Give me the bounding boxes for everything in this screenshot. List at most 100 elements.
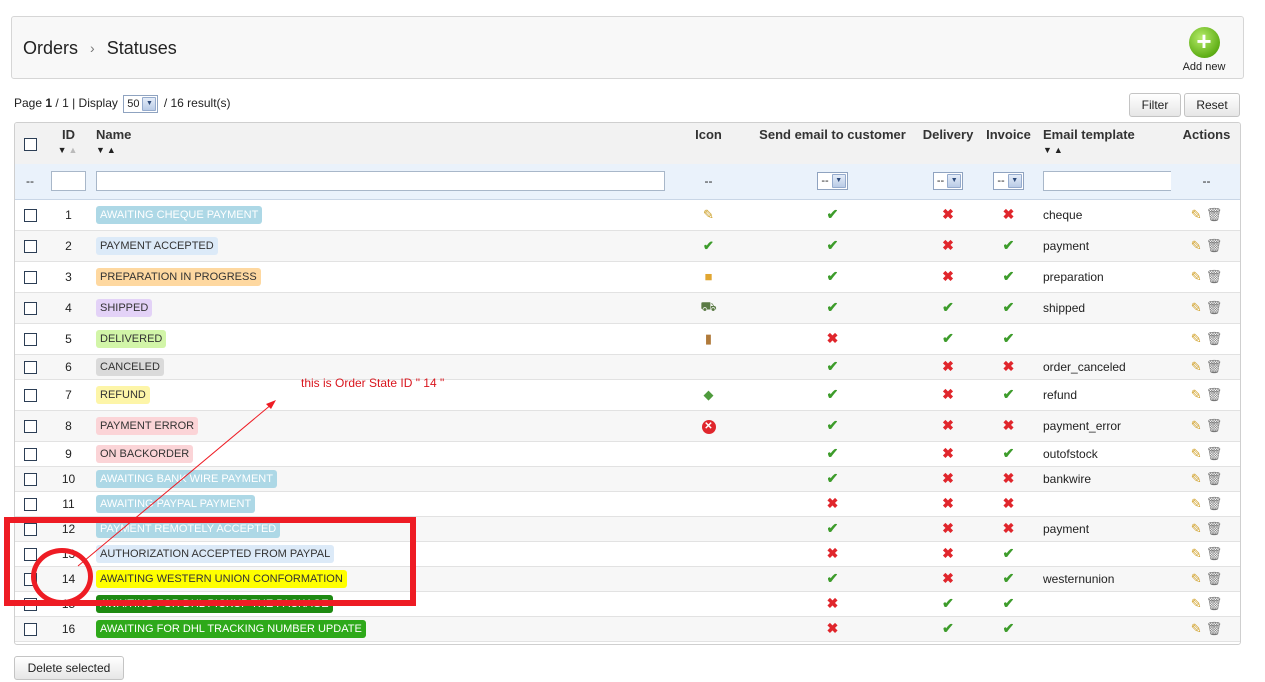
edit-icon[interactable]: ✎ [1191,359,1202,375]
invoice-filter-select[interactable]: -- ▼ [993,172,1024,191]
table-row[interactable]: 12 PAYMENT REMOTELY ACCEPTED ✔ ✖ ✖ payment ✎ 🗑︎ [15,516,1240,542]
edit-icon[interactable]: ✎ [1191,418,1202,434]
invoice-check-icon[interactable]: ✔ [1003,595,1015,611]
add-new-button[interactable]: + Add new [1179,27,1229,74]
row-checkbox[interactable] [23,388,37,402]
invoice-check-icon[interactable]: ✔ [1003,445,1015,461]
row-checkbox[interactable] [23,301,37,315]
table-row[interactable]: 10 AWAITING BANK WIRE PAYMENT ✔ ✖ ✖ bankwire ✎… [15,466,1240,492]
edit-icon[interactable]: ✎ [1191,596,1202,612]
id-header[interactable]: ID ▼▲ [45,123,92,164]
row-checkbox[interactable] [23,472,37,486]
delivery-cross-icon[interactable]: ✖ [942,470,954,486]
send-email-check-icon[interactable]: ✔ [827,358,839,374]
sort-arrows-icon[interactable]: ▼▲ [49,145,88,155]
send-email-check-icon[interactable]: ✔ [827,299,839,315]
edit-icon[interactable]: ✎ [1191,471,1202,487]
delivery-check-icon[interactable]: ✔ [942,299,954,315]
table-row[interactable]: 7 REFUND ◆ ✔ ✖ ✔ refund ✎ 🗑︎ [15,379,1240,411]
sort-arrows-icon[interactable]: ▼▲ [96,145,666,155]
table-row[interactable]: 2 PAYMENT ACCEPTED ✔ ✔ ✖ ✔ payment ✎ 🗑︎ [15,230,1240,262]
row-checkbox[interactable] [23,572,37,586]
select-all-checkbox[interactable] [23,138,37,152]
delivery-cross-icon[interactable]: ✖ [942,520,954,536]
delivery-cross-icon[interactable]: ✖ [942,570,954,586]
send-email-check-icon[interactable]: ✔ [827,206,839,222]
invoice-cross-icon[interactable]: ✖ [1003,206,1015,222]
row-checkbox[interactable] [23,622,37,636]
row-checkbox[interactable] [23,522,37,536]
table-row[interactable]: 11 AWAITING PAYPAL PAYMENT ✖ ✖ ✖ ✎ 🗑︎ [15,491,1240,517]
table-row[interactable]: 6 CANCELED ✔ ✖ ✖ order_canceled ✎ 🗑︎ [15,354,1240,380]
invoice-check-icon[interactable]: ✔ [1003,386,1015,402]
invoice-check-icon[interactable]: ✔ [1003,620,1015,636]
send-email-check-icon[interactable]: ✔ [827,470,839,486]
trash-icon[interactable]: 🗑︎ [1206,546,1223,562]
send-email-cross-icon[interactable]: ✖ [827,545,839,561]
trash-icon[interactable]: 🗑︎ [1206,269,1223,285]
invoice-cross-icon[interactable]: ✖ [1003,520,1015,536]
edit-icon[interactable]: ✎ [1191,207,1202,223]
edit-icon[interactable]: ✎ [1191,331,1202,347]
invoice-cross-icon[interactable]: ✖ [1003,470,1015,486]
edit-icon[interactable]: ✎ [1191,621,1202,637]
delivery-check-icon[interactable]: ✔ [942,620,954,636]
edit-icon[interactable]: ✎ [1191,571,1202,587]
row-checkbox[interactable] [23,360,37,374]
trash-icon[interactable]: 🗑︎ [1206,496,1223,512]
reset-button[interactable]: Reset [1184,93,1240,117]
table-row[interactable]: 1 AWAITING CHEQUE PAYMENT ✎ ✔ ✖ ✖ cheque ✎ 🗑︎ [15,199,1240,231]
delete-selected-button[interactable]: Delete selected [14,656,124,680]
trash-icon[interactable]: 🗑︎ [1206,521,1223,537]
name-header[interactable]: Name ▼▲ [92,123,670,164]
trash-icon[interactable]: 🗑︎ [1206,621,1223,637]
send-email-check-icon[interactable]: ✔ [827,520,839,536]
table-row[interactable]: 3 PREPARATION IN PROGRESS ■ ✔ ✖ ✔ preparation ✎… [15,261,1240,293]
trash-icon[interactable]: 🗑︎ [1206,238,1223,254]
row-checkbox[interactable] [23,447,37,461]
send-email-check-icon[interactable]: ✔ [827,417,839,433]
table-row[interactable]: 16 AWAITING FOR DHL TRACKING NUMBER UPDAT… [15,616,1240,642]
trash-icon[interactable]: 🗑︎ [1206,446,1223,462]
trash-icon[interactable]: 🗑︎ [1206,571,1223,587]
invoice-cross-icon[interactable]: ✖ [1003,417,1015,433]
table-row[interactable]: 8 PAYMENT ERROR ✕ ✔ ✖ ✖ payment_error ✎ 🗑︎ [15,410,1240,442]
table-row[interactable]: 9 ON BACKORDER ✔ ✖ ✔ outofstock ✎ 🗑︎ [15,441,1240,467]
sort-arrows-icon[interactable]: ▼▲ [1043,145,1167,155]
send-email-cross-icon[interactable]: ✖ [827,495,839,511]
delivery-cross-icon[interactable]: ✖ [942,358,954,374]
trash-icon[interactable]: 🗑︎ [1206,207,1223,223]
delivery-cross-icon[interactable]: ✖ [942,495,954,511]
edit-icon[interactable]: ✎ [1191,269,1202,285]
table-row[interactable]: 5 DELIVERED ▮ ✖ ✔ ✔ ✎ 🗑︎ [15,323,1240,355]
breadcrumb-orders[interactable]: Orders [23,38,78,58]
invoice-check-icon[interactable]: ✔ [1003,570,1015,586]
row-checkbox[interactable] [23,597,37,611]
row-checkbox[interactable] [23,332,37,346]
send-email-cross-icon[interactable]: ✖ [827,330,839,346]
edit-icon[interactable]: ✎ [1191,238,1202,254]
template-filter-input[interactable] [1043,171,1171,192]
delivery-cross-icon[interactable]: ✖ [942,445,954,461]
table-row[interactable]: 14 AWAITING WESTERN UNION CONFORMATION ✔ ✖ ✔… [15,566,1240,592]
row-checkbox[interactable] [23,239,37,253]
row-checkbox[interactable] [23,208,37,222]
send-email-check-icon[interactable]: ✔ [827,445,839,461]
row-checkbox[interactable] [23,497,37,511]
trash-icon[interactable]: 🗑︎ [1206,359,1223,375]
delivery-cross-icon[interactable]: ✖ [942,545,954,561]
edit-icon[interactable]: ✎ [1191,300,1202,316]
invoice-cross-icon[interactable]: ✖ [1003,495,1015,511]
row-checkbox[interactable] [23,270,37,284]
delivery-check-icon[interactable]: ✔ [942,330,954,346]
trash-icon[interactable]: 🗑︎ [1206,387,1223,403]
invoice-check-icon[interactable]: ✔ [1003,299,1015,315]
send-email-check-icon[interactable]: ✔ [827,237,839,253]
trash-icon[interactable]: 🗑︎ [1206,331,1223,347]
trash-icon[interactable]: 🗑︎ [1206,418,1223,434]
edit-icon[interactable]: ✎ [1191,521,1202,537]
send-email-cross-icon[interactable]: ✖ [827,595,839,611]
id-filter-input[interactable] [51,171,86,192]
template-header[interactable]: Email template ▼▲ [1039,123,1171,164]
trash-icon[interactable]: 🗑︎ [1206,596,1223,612]
